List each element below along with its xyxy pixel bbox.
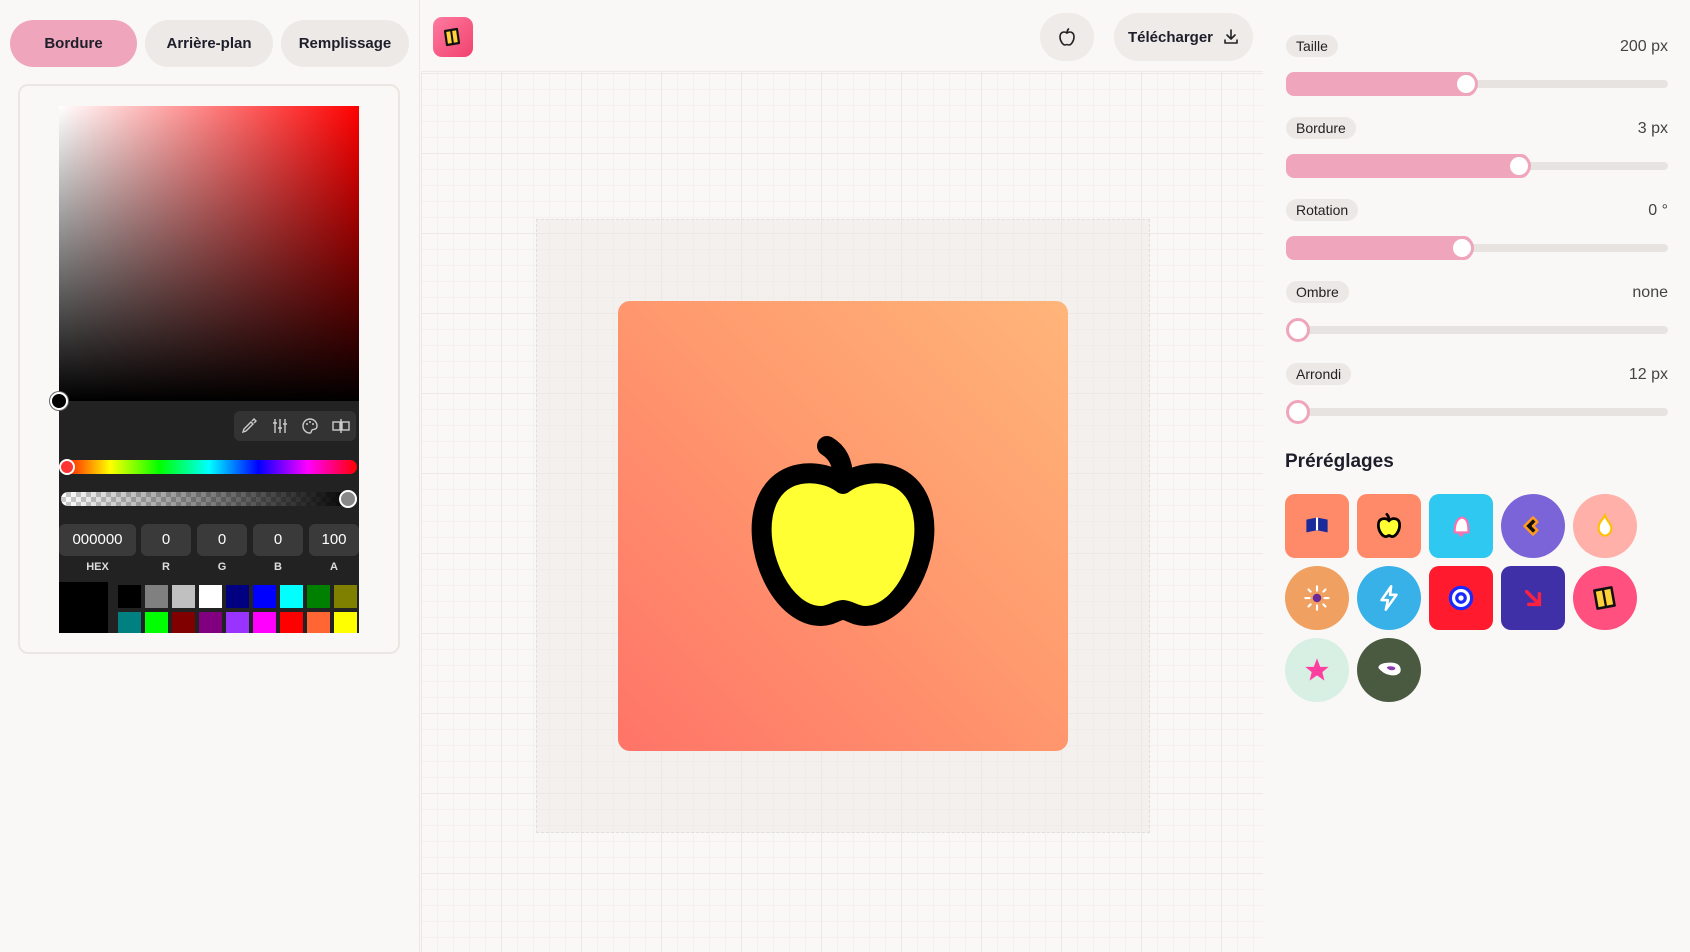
- color-swatch[interactable]: [172, 585, 195, 608]
- notebook-icon: [1593, 586, 1616, 610]
- icon-preview[interactable]: [618, 301, 1068, 751]
- color-swatch[interactable]: [118, 585, 141, 608]
- icon-picker-button[interactable]: [1040, 13, 1094, 61]
- a-label: A: [330, 561, 338, 573]
- tab-bordure[interactable]: Bordure: [10, 20, 137, 67]
- preset-sun[interactable]: [1285, 566, 1349, 630]
- flame-icon: [1597, 512, 1613, 537]
- preset-bolt[interactable]: [1357, 566, 1421, 630]
- preset-target[interactable]: [1429, 566, 1493, 630]
- setting-label-ombre: Ombre: [1286, 281, 1349, 303]
- tab-arriere-plan[interactable]: Arrière-plan: [145, 20, 273, 67]
- setting-value-taille: 200 px: [1619, 38, 1668, 55]
- compare-icon[interactable]: [330, 415, 352, 437]
- book-icon: [1306, 517, 1328, 533]
- color-swatch[interactable]: [118, 612, 141, 633]
- color-swatch[interactable]: [307, 612, 330, 633]
- color-swatch[interactable]: [172, 612, 195, 633]
- setting-value-ombre: none: [1632, 284, 1668, 301]
- slider-track-ombre[interactable]: [1286, 326, 1668, 334]
- slider-fill-taille: [1286, 72, 1476, 96]
- slider-track-arrondi[interactable]: [1286, 408, 1668, 416]
- slider-fill-rotation: [1286, 236, 1472, 260]
- color-swatch[interactable]: [334, 612, 357, 633]
- slider-thumb-bordure[interactable]: [1507, 154, 1531, 178]
- r-label: R: [162, 561, 170, 573]
- slider-fill-bordure: [1286, 154, 1529, 178]
- alpha-slider[interactable]: [61, 492, 357, 506]
- current-color-swatch: [59, 582, 108, 633]
- sun-icon: [1304, 585, 1330, 611]
- hue-handle[interactable]: [59, 459, 75, 475]
- setting-value-bordure: 3 px: [1637, 120, 1668, 137]
- picker-tools: [234, 411, 356, 441]
- alpha-input[interactable]: 100: [309, 524, 359, 556]
- color-swatch[interactable]: [307, 585, 330, 608]
- setting-label-bordure: Bordure: [1286, 117, 1356, 139]
- color-swatch[interactable]: [226, 585, 249, 608]
- hex-label: HEX: [86, 561, 109, 573]
- preset-flame[interactable]: [1573, 494, 1637, 558]
- preset-shoe[interactable]: [1357, 638, 1421, 702]
- download-icon: [1224, 29, 1238, 44]
- color-swatch[interactable]: [199, 612, 222, 633]
- target-icon: [1448, 585, 1474, 611]
- slider-thumb-rotation[interactable]: [1450, 236, 1474, 260]
- preset-arrow[interactable]: [1501, 566, 1565, 630]
- setting-label-arrondi: Arrondi: [1286, 363, 1352, 385]
- color-swatch[interactable]: [145, 612, 168, 633]
- preset-apple[interactable]: [1357, 494, 1421, 558]
- preset-notebook[interactable]: [1573, 566, 1637, 630]
- red-input[interactable]: 0: [141, 524, 191, 556]
- notebook-icon: [443, 27, 461, 47]
- setting-value-arrondi: 12 px: [1628, 366, 1668, 383]
- hex-input[interactable]: 000000: [59, 524, 136, 556]
- preset-star[interactable]: [1285, 638, 1349, 702]
- slider-thumb-taille[interactable]: [1454, 72, 1478, 96]
- blue-input[interactable]: 0: [253, 524, 303, 556]
- color-swatch[interactable]: [253, 612, 276, 633]
- color-swatch[interactable]: [199, 585, 222, 608]
- preset-bell[interactable]: [1429, 494, 1493, 558]
- app-logo[interactable]: [433, 17, 473, 57]
- star-icon: [1305, 658, 1329, 681]
- bolt-icon: [1380, 585, 1398, 611]
- palette-icon[interactable]: [299, 415, 321, 437]
- setting-value-rotation: 0 °: [1648, 202, 1668, 219]
- bell-icon: [1453, 516, 1470, 537]
- hue-slider[interactable]: [61, 460, 357, 474]
- apple-icon: [1376, 512, 1402, 539]
- green-input[interactable]: 0: [197, 524, 247, 556]
- alpha-handle[interactable]: [339, 490, 357, 508]
- tab-remplissage[interactable]: Remplissage: [281, 20, 409, 67]
- heart-icon: [1523, 516, 1539, 536]
- saturation-value-area[interactable]: [59, 106, 359, 401]
- slider-thumb-ombre[interactable]: [1286, 318, 1310, 342]
- presets-title: Préréglages: [1285, 451, 1394, 472]
- apple-icon: [751, 436, 935, 626]
- shoe-icon: [1378, 662, 1401, 676]
- sliders-icon[interactable]: [269, 415, 291, 437]
- color-swatch[interactable]: [145, 585, 168, 608]
- color-swatch[interactable]: [334, 585, 357, 608]
- apple-outline-icon: [1059, 28, 1075, 46]
- preset-book[interactable]: [1285, 494, 1349, 558]
- color-swatch[interactable]: [280, 612, 303, 633]
- g-label: G: [217, 561, 227, 573]
- arrow-icon: [1524, 589, 1542, 607]
- color-swatch[interactable]: [226, 612, 249, 633]
- settings-panel: [1264, 0, 1690, 952]
- eyedropper-icon[interactable]: [238, 415, 260, 437]
- color-picker: 000000 0 0 0 100 HEX R G B A: [59, 106, 359, 633]
- saturation-value-handle[interactable]: [50, 392, 68, 410]
- download-label: Télécharger: [1127, 28, 1214, 46]
- color-swatch[interactable]: [280, 585, 303, 608]
- b-label: B: [274, 561, 282, 573]
- color-swatch[interactable]: [253, 585, 276, 608]
- setting-label-taille: Taille: [1286, 35, 1338, 57]
- download-button[interactable]: Télécharger: [1114, 13, 1253, 61]
- preset-heart[interactable]: [1501, 494, 1565, 558]
- setting-label-rotation: Rotation: [1286, 199, 1359, 221]
- slider-thumb-arrondi[interactable]: [1286, 400, 1310, 424]
